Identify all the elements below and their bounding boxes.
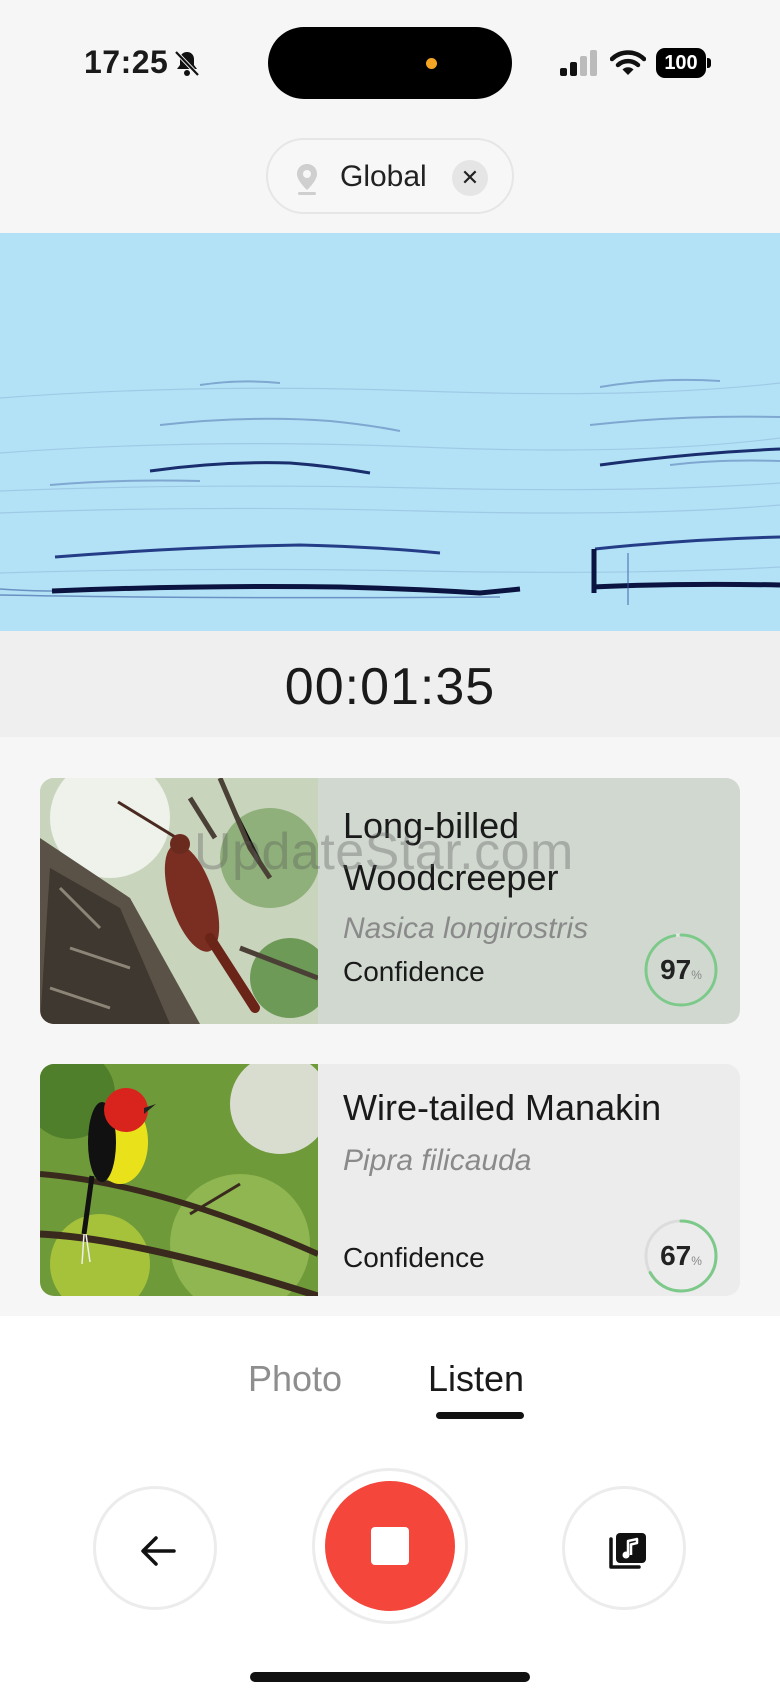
recording-timer: 00:01:35 [284, 658, 496, 716]
battery-icon: 100 [656, 48, 712, 78]
cellular-signal-icon [560, 50, 597, 76]
confidence-ring: 97% [643, 932, 719, 1008]
home-indicator [250, 1672, 530, 1682]
spectrogram [0, 233, 780, 631]
result-card[interactable]: Wire-tailed Manakin Pipra filicauda Conf… [40, 1064, 740, 1296]
bottom-panel: Photo Listen [0, 1316, 780, 1695]
wifi-icon [610, 50, 646, 75]
stop-recording-button[interactable] [312, 1468, 468, 1624]
map-pin-icon [297, 164, 317, 195]
timer-bar: 00:01:35 [0, 631, 780, 737]
watermark: UpdateStar.com [194, 823, 574, 881]
stop-icon [371, 1527, 409, 1565]
bird-photo-woodcreeper [40, 778, 318, 1024]
result-card[interactable]: Long-billed Woodcreeper Nasica longirost… [40, 778, 740, 1024]
close-icon[interactable]: ✕ [452, 160, 488, 196]
back-button[interactable] [93, 1486, 217, 1610]
music-library-icon [609, 1533, 646, 1569]
location-label: Global [340, 160, 427, 193]
bird-common-name: Wire-tailed Manakin [343, 1087, 662, 1128]
confidence-ring: 67% [643, 1218, 719, 1294]
mic-indicator-dot [426, 58, 437, 69]
confidence-label: Confidence [343, 1242, 485, 1273]
battery-level: 100 [664, 52, 698, 74]
active-tab-indicator [436, 1412, 524, 1419]
tab-listen[interactable]: Listen [428, 1358, 524, 1400]
tab-photo[interactable]: Photo [248, 1358, 342, 1400]
bell-slash-icon [174, 50, 200, 77]
percent-sign: % [691, 1254, 702, 1268]
status-bar: 17:25 100 [0, 0, 780, 120]
confidence-value: 67 [660, 1240, 692, 1271]
location-filter-chip[interactable]: Global ✕ [266, 138, 514, 214]
audio-library-button[interactable] [562, 1486, 686, 1610]
arrow-left-icon [141, 1536, 176, 1566]
bird-scientific-name: Pipra filicauda [343, 1144, 532, 1177]
confidence-label: Confidence [343, 956, 485, 987]
confidence-value: 97 [660, 954, 692, 985]
bird-photo-manakin [40, 1064, 318, 1296]
dynamic-island [268, 27, 512, 99]
status-time: 17:25 [84, 44, 169, 80]
percent-sign: % [691, 968, 702, 982]
bird-scientific-name: Nasica longirostris [343, 912, 589, 945]
